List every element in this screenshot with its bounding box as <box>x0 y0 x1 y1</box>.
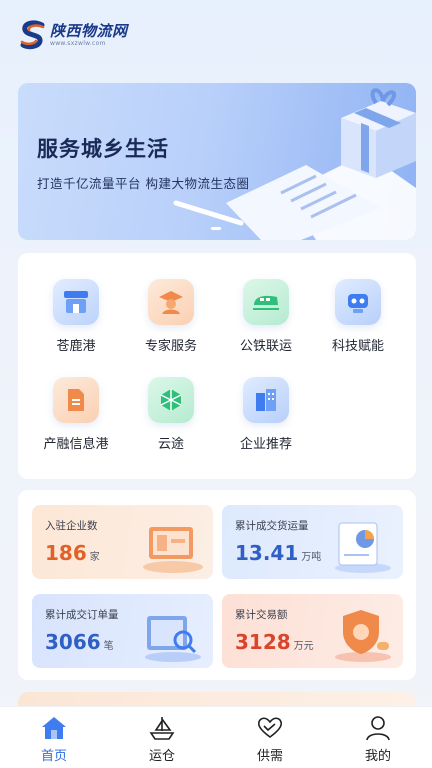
document-icon <box>53 377 99 423</box>
logo-icon <box>20 20 46 50</box>
stat-value: 3066 <box>45 630 101 654</box>
stats-panel: 入驻企业数 186 家 累计成交货运量 13.41 万吨 累计成交订单量 306… <box>18 490 416 680</box>
stat-enterprises[interactable]: 入驻企业数 186 家 <box>32 505 213 579</box>
service-canglu-port[interactable]: 苍鹿港 <box>31 279 121 354</box>
tab-shipping[interactable]: 运仓 <box>108 707 216 768</box>
stat-freight-volume[interactable]: 累计成交货运量 13.41 万吨 <box>222 505 403 579</box>
service-finance-info[interactable]: 产融信息港 <box>31 377 121 452</box>
carousel-dot-active <box>211 227 221 230</box>
stat-label: 入驻企业数 <box>45 520 98 532</box>
report-chart-icon <box>325 513 395 575</box>
bottom-tab-bar: 首页 运仓 供需 我的 <box>0 706 432 768</box>
stat-value: 13.41 <box>235 541 299 565</box>
robot-icon <box>335 279 381 325</box>
store-icon <box>53 279 99 325</box>
user-icon <box>363 714 393 742</box>
stat-label: 累计成交订单量 <box>45 609 119 621</box>
service-label: 公铁联运 <box>239 339 292 354</box>
services-grid: 苍鹿港 专家服务 公铁联运 科技赋能 产融信息港 云途 企业推荐 <box>18 253 416 479</box>
stat-unit: 万元 <box>293 641 314 652</box>
banner-subtitle: 打造千亿流量平台 构建大物流生态圈 <box>37 176 250 191</box>
service-expert[interactable]: 专家服务 <box>126 279 216 354</box>
stat-unit: 万吨 <box>301 552 322 563</box>
magnifier-icon <box>135 602 205 664</box>
building-icon <box>243 377 289 423</box>
stat-label: 累计交易额 <box>235 609 288 621</box>
service-rail-road[interactable]: 公铁联运 <box>221 279 311 354</box>
tab-label: 供需 <box>256 749 283 764</box>
handshake-icon <box>255 714 285 742</box>
home-icon <box>39 714 69 742</box>
tab-label: 首页 <box>40 749 67 764</box>
promo-banner[interactable]: 服务城乡生活 打造千亿流量平台 构建大物流生态圈 <box>18 83 416 240</box>
logo-url: www.sxzwlw.com <box>50 39 106 47</box>
service-label: 专家服务 <box>144 339 197 354</box>
service-label: 云途 <box>157 437 184 452</box>
service-label: 苍鹿港 <box>56 339 96 354</box>
tab-label: 运仓 <box>148 749 175 764</box>
money-shield-icon <box>325 602 395 664</box>
service-enterprise[interactable]: 企业推荐 <box>221 377 311 452</box>
service-yuntu[interactable]: 云途 <box>126 377 216 452</box>
logo-text: 陕西物流网 <box>50 21 128 40</box>
ship-icon <box>147 714 177 742</box>
service-label: 企业推荐 <box>239 437 292 452</box>
stat-unit: 笔 <box>103 641 114 652</box>
tab-profile[interactable]: 我的 <box>324 707 432 768</box>
stat-unit: 家 <box>89 552 100 563</box>
tab-label: 我的 <box>364 749 391 764</box>
expert-icon <box>148 279 194 325</box>
stat-value: 3128 <box>235 630 291 654</box>
cube-network-icon <box>148 377 194 423</box>
stat-orders[interactable]: 累计成交订单量 3066 笔 <box>32 594 213 668</box>
service-label: 科技赋能 <box>331 339 384 354</box>
service-label: 产融信息港 <box>43 437 109 452</box>
tab-home[interactable]: 首页 <box>0 707 108 768</box>
display-icon <box>135 513 205 575</box>
app-header: 陕西物流网 www.sxzwlw.com <box>20 18 128 52</box>
stat-value: 186 <box>45 541 87 565</box>
train-icon <box>243 279 289 325</box>
stat-transaction-amount[interactable]: 累计交易额 3128 万元 <box>222 594 403 668</box>
stat-label: 累计成交货运量 <box>235 520 309 532</box>
carousel-indicator <box>211 227 221 230</box>
service-tech[interactable]: 科技赋能 <box>313 279 403 354</box>
tab-supply-demand[interactable]: 供需 <box>216 707 324 768</box>
banner-title: 服务城乡生活 <box>37 137 169 161</box>
banner-illustration <box>166 83 416 240</box>
